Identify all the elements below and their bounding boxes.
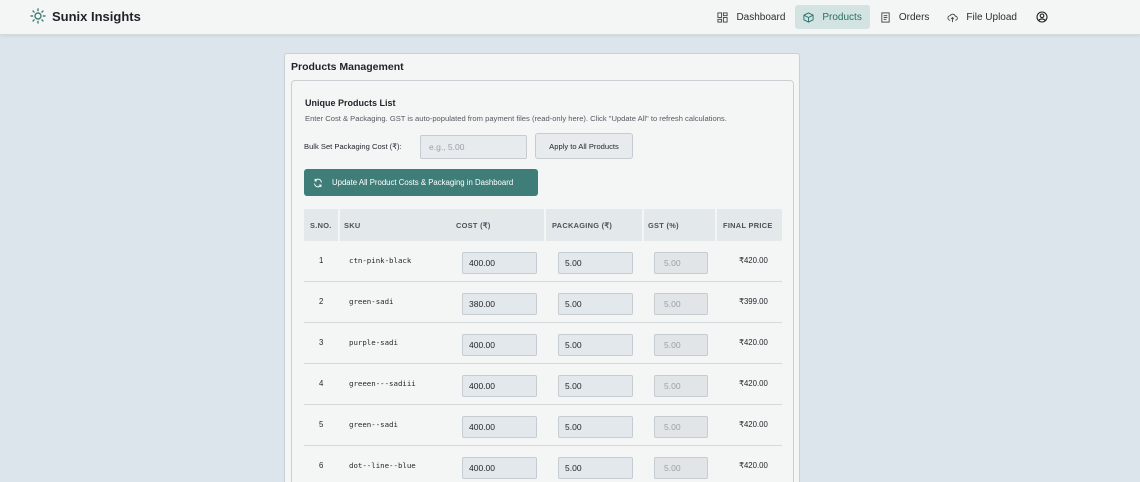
row-number: 5 — [319, 420, 324, 429]
row-final-price: ₹420.00 — [739, 256, 768, 265]
row-sku: green--sadi — [349, 420, 398, 429]
row-final-price: ₹420.00 — [739, 420, 768, 429]
col-sku: SKU — [344, 221, 361, 230]
gst-readonly-field: 5.00 — [654, 416, 708, 438]
table-row: 2 green-sadi 380.00 5.00 5.00 ₹399.00 — [304, 282, 782, 323]
nav-orders-label: Orders — [898, 11, 930, 23]
update-all-button[interactable]: Update All Product Costs & Packaging in … — [304, 169, 538, 196]
col-sno: S.NO. — [310, 221, 332, 230]
packaging-input[interactable]: 5.00 — [558, 375, 633, 397]
table-row: 4 greeen---sadiii 400.00 5.00 5.00 ₹420.… — [304, 364, 782, 405]
col-gst: GST (%) — [648, 221, 679, 230]
user-profile-icon[interactable] — [1036, 11, 1048, 23]
bulk-packaging-input[interactable] — [420, 135, 527, 159]
receipt-icon — [881, 11, 890, 23]
row-sku: green-sadi — [349, 297, 394, 306]
nav-file-upload[interactable]: File Upload — [939, 5, 1025, 29]
cost-input[interactable]: 380.00 — [462, 293, 537, 315]
row-number: 2 — [319, 297, 324, 306]
col-divider — [338, 209, 340, 241]
col-packaging: PACKAGING (₹) — [552, 221, 613, 230]
section-title: Unique Products List — [305, 98, 396, 108]
section-description: Enter Cost & Packaging. GST is auto-popu… — [305, 114, 727, 123]
gst-readonly-field: 5.00 — [654, 293, 708, 315]
table-row: 3 purple-sadi 400.00 5.00 5.00 ₹420.00 — [304, 323, 782, 364]
main-nav: Dashboard Products Orders File Upload — [707, 5, 1025, 29]
row-final-price: ₹420.00 — [739, 379, 768, 388]
table-row: 5 green--sadi 400.00 5.00 5.00 ₹420.00 — [304, 405, 782, 446]
col-final-price: FINAL PRICE — [723, 221, 773, 230]
col-divider — [544, 209, 546, 241]
row-number: 3 — [319, 338, 324, 347]
gst-readonly-field: 5.00 — [654, 457, 708, 479]
refresh-icon — [314, 178, 322, 187]
gst-readonly-field: 5.00 — [654, 334, 708, 356]
apply-to-all-button[interactable]: Apply to All Products — [535, 133, 633, 159]
cost-input[interactable]: 400.00 — [462, 334, 537, 356]
row-final-price: ₹420.00 — [739, 461, 768, 470]
packaging-input[interactable]: 5.00 — [558, 334, 633, 356]
nav-dashboard-label: Dashboard — [736, 11, 786, 23]
row-number: 1 — [319, 256, 324, 265]
table-row: 1 ctn-pink-black 400.00 5.00 5.00 ₹420.0… — [304, 241, 782, 282]
cost-input[interactable]: 400.00 — [462, 457, 537, 479]
row-sku: ctn-pink-black — [349, 256, 412, 265]
products-card: Products Management Unique Products List… — [284, 53, 800, 482]
sun-logo-icon — [30, 8, 46, 24]
upload-cloud-icon — [947, 13, 959, 22]
gst-readonly-field: 5.00 — [654, 375, 708, 397]
row-final-price: ₹420.00 — [739, 338, 768, 347]
products-table: S.NO. SKU COST (₹) PACKAGING (₹) GST (%)… — [304, 209, 782, 482]
col-divider — [715, 209, 717, 241]
brand[interactable]: Sunix Insights — [30, 8, 141, 24]
dashboard-icon — [717, 11, 728, 23]
nav-dashboard[interactable]: Dashboard — [709, 5, 793, 29]
top-navbar: Sunix Insights Dashboard Products Orders… — [0, 0, 1140, 35]
gst-readonly-field: 5.00 — [654, 252, 708, 274]
app-title: Sunix Insights — [52, 8, 141, 24]
nav-products[interactable]: Products — [795, 5, 870, 29]
row-sku: dot--line--blue — [349, 461, 416, 470]
nav-products-label: Products — [822, 11, 862, 23]
packaging-input[interactable]: 5.00 — [558, 252, 633, 274]
col-divider — [642, 209, 644, 241]
cost-input[interactable]: 400.00 — [462, 375, 537, 397]
bulk-packaging-label: Bulk Set Packaging Cost (₹): — [304, 142, 402, 151]
packaging-input[interactable]: 5.00 — [558, 457, 633, 479]
cost-input[interactable]: 400.00 — [462, 252, 537, 274]
row-final-price: ₹399.00 — [739, 297, 768, 306]
products-list-panel: Unique Products List Enter Cost & Packag… — [291, 80, 794, 482]
nav-file-upload-label: File Upload — [966, 11, 1017, 23]
packaging-input[interactable]: 5.00 — [558, 416, 633, 438]
cost-input[interactable]: 400.00 — [462, 416, 537, 438]
update-all-label: Update All Product Costs & Packaging in … — [332, 178, 514, 187]
row-number: 4 — [319, 379, 324, 388]
col-cost: COST (₹) — [456, 221, 491, 230]
box-icon — [803, 11, 814, 23]
row-sku: greeen---sadiii — [349, 379, 416, 388]
row-sku: purple-sadi — [349, 338, 398, 347]
page-title: Products Management — [291, 61, 404, 73]
packaging-input[interactable]: 5.00 — [558, 293, 633, 315]
row-number: 6 — [319, 461, 324, 470]
table-header: S.NO. SKU COST (₹) PACKAGING (₹) GST (%)… — [304, 209, 782, 241]
nav-orders[interactable]: Orders — [872, 5, 938, 29]
table-row: 6 dot--line--blue 400.00 5.00 5.00 ₹420.… — [304, 446, 782, 482]
